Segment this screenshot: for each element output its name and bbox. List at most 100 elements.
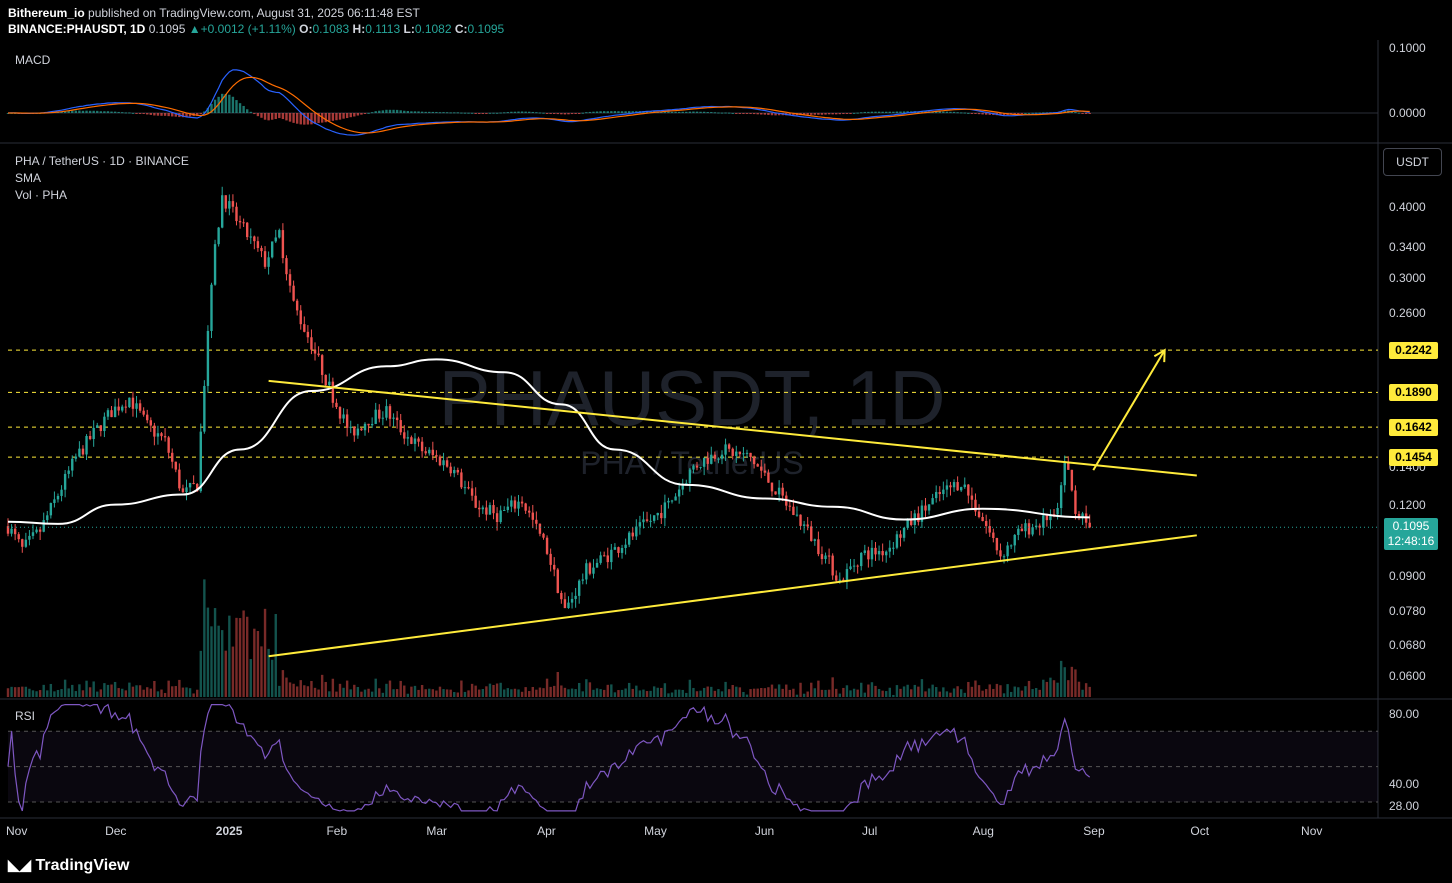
volume-bar [685, 692, 688, 697]
macd-histogram-bar [528, 111, 531, 113]
macd-histogram-bar [710, 112, 713, 114]
volume-bar [681, 689, 684, 697]
volume-bar [206, 607, 210, 697]
candle-body [399, 420, 402, 433]
candle [349, 420, 352, 434]
chart-canvas[interactable]: PHAUSDT, 1D PHA / TetherUS [0, 0, 1452, 883]
volume-bar [1038, 689, 1041, 697]
candle-body [656, 512, 659, 516]
volume-bar [910, 689, 913, 697]
macd-histogram-bar [695, 111, 699, 113]
candle-body [406, 437, 410, 439]
candle-body [888, 547, 891, 552]
candle-body [699, 466, 702, 468]
volume-bar [203, 579, 206, 697]
candle [520, 496, 524, 508]
candle [56, 493, 60, 503]
volume-legend[interactable]: Vol · PHA [15, 188, 67, 202]
candle-body [178, 469, 181, 489]
candle [385, 399, 388, 421]
candle-body [224, 195, 227, 209]
volume-bar [760, 687, 763, 697]
volume-bar [156, 691, 160, 697]
volume-bar [113, 681, 117, 697]
price-tick-label: 0.1200 [1389, 497, 1426, 512]
candle [463, 480, 467, 495]
candle [1077, 511, 1081, 521]
volume-bar [445, 689, 449, 697]
candle-body [874, 547, 877, 555]
candle [899, 530, 902, 547]
volume-bar [467, 690, 470, 697]
candle-body [792, 506, 795, 515]
candle-body [495, 513, 499, 522]
candle-body [774, 491, 777, 495]
volume-bar [1077, 681, 1081, 697]
volume-bar [1002, 693, 1006, 697]
candle-body [542, 533, 545, 538]
currency-button[interactable]: USDT [1383, 148, 1442, 176]
macd-histogram-bar [885, 111, 888, 113]
current-price-value: 0.1095 [1392, 519, 1430, 534]
candle-body [156, 433, 160, 437]
macd-legend[interactable]: MACD [15, 53, 50, 67]
candle-body [731, 448, 734, 456]
candle-body [442, 460, 445, 466]
candle [438, 454, 442, 467]
candle [810, 520, 813, 542]
candle [638, 515, 642, 535]
macd-histogram-bar [824, 113, 827, 115]
macd-histogram-bar [456, 112, 460, 114]
candle-body [613, 547, 617, 550]
volume-bar [1067, 680, 1070, 697]
candle-body [1009, 545, 1013, 547]
candle [770, 482, 774, 497]
tradingview-logo[interactable]: ◣◢ TradingView [8, 856, 129, 875]
candle [952, 479, 956, 492]
candle [970, 487, 974, 509]
macd-histogram-bar [363, 113, 367, 114]
candle-body [631, 532, 634, 537]
candle-body [42, 520, 45, 532]
candle-body [1045, 515, 1049, 521]
volume-bar [78, 684, 81, 697]
level-price-label: 0.1454 [1389, 449, 1438, 467]
candle-body [531, 512, 534, 520]
candle [959, 486, 963, 492]
volume-bar [131, 686, 135, 697]
volume-bar [31, 690, 35, 697]
macd-histogram-bar [370, 112, 374, 114]
macd-histogram-bar [235, 100, 238, 113]
macd-histogram-bar [967, 112, 970, 114]
macd-histogram-bar [742, 113, 745, 114]
candle [795, 506, 799, 517]
candle [470, 480, 474, 501]
volume-bar [228, 615, 231, 697]
candle [870, 540, 874, 567]
candle [253, 235, 256, 250]
volume-bar [345, 680, 349, 697]
volume-bar [63, 679, 67, 697]
candle [517, 494, 520, 516]
candle [560, 590, 563, 604]
candle-body [570, 598, 574, 603]
macd-line [7, 69, 1090, 136]
volume-bar [331, 678, 335, 697]
volume-bar [210, 626, 213, 697]
volume-bar [538, 687, 542, 697]
candle-body [1059, 485, 1063, 509]
volume-bar [1088, 686, 1091, 697]
candle-body [935, 492, 938, 499]
volume-bar [977, 685, 981, 697]
candle-body [959, 487, 963, 491]
candle [138, 399, 142, 413]
volume-bar [185, 687, 188, 697]
volume-bar [342, 687, 345, 697]
macd-histogram-bar [463, 112, 467, 114]
volume-bar [435, 690, 438, 697]
sma-legend[interactable]: SMA [15, 171, 41, 185]
rsi-legend[interactable]: RSI [15, 709, 35, 723]
candle-body [474, 495, 477, 508]
pair-legend[interactable]: PHA / TetherUS · 1D · BINANCE [15, 154, 189, 168]
macd-histogram-bar [478, 113, 481, 114]
